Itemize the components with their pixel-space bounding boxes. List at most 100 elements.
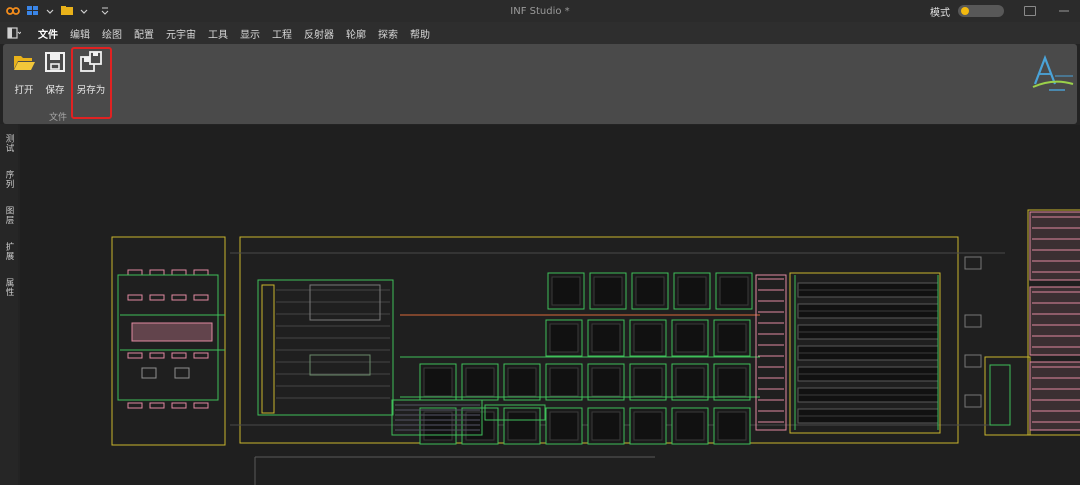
macro-core: [465, 367, 495, 397]
pad-array: [1029, 286, 1080, 356]
layout-canvas[interactable]: [20, 125, 1080, 485]
macro-core: [635, 276, 665, 306]
save-label: 保存: [45, 85, 65, 96]
column: [261, 284, 275, 414]
small-block-outline: [984, 356, 1031, 436]
mode-label: 模式: [930, 7, 950, 19]
open-button[interactable]: 打开: [10, 50, 38, 98]
memory-array: [755, 274, 787, 431]
macro-core: [677, 276, 707, 306]
side-tab[interactable]: 属性: [3, 278, 15, 297]
menu-item[interactable]: 帮助: [410, 24, 430, 43]
save-icon: [45, 52, 65, 72]
pad: [149, 269, 165, 276]
layout-shape: [964, 314, 982, 328]
side-tab[interactable]: 测试: [3, 134, 15, 153]
macro-core: [717, 323, 747, 353]
app-logo-icon: [6, 7, 20, 15]
chip-layout-drawing: [111, 209, 1080, 485]
menu-item[interactable]: 反射器: [304, 24, 334, 43]
quick-access-toolbar: [0, 5, 110, 17]
app-menu-button[interactable]: [0, 27, 28, 39]
ribbon-group-label: 文件: [49, 113, 68, 123]
menu-item[interactable]: 文件: [38, 24, 58, 46]
macro-core: [675, 367, 705, 397]
window-title: INF Studio *: [510, 5, 570, 17]
menu-item[interactable]: 配置: [134, 24, 154, 43]
macro-core: [591, 367, 621, 397]
mode-toggle[interactable]: [958, 5, 1004, 17]
folder-open-icon: [14, 56, 35, 70]
restore-window-icon[interactable]: [1024, 6, 1036, 16]
pad: [193, 269, 209, 276]
pad: [127, 269, 143, 276]
brand-logo-icon: [1032, 54, 1074, 91]
macro-core: [591, 323, 621, 353]
macro-core: [675, 411, 705, 441]
pad: [171, 352, 187, 359]
menu-item[interactable]: 显示: [240, 24, 260, 43]
layout-shape: [309, 354, 371, 376]
menu-item[interactable]: 工程: [272, 24, 292, 43]
layout-shape: [964, 256, 982, 270]
pad: [127, 294, 143, 301]
macro-core: [423, 411, 453, 441]
layout-shape: [174, 367, 190, 379]
pad: [149, 402, 165, 409]
menu-item[interactable]: 编辑: [70, 24, 90, 43]
pad: [127, 402, 143, 409]
macro-core: [507, 411, 537, 441]
pad: [171, 402, 187, 409]
title-bar: INF Studio * 模式: [0, 0, 1080, 22]
macro-core: [423, 367, 453, 397]
macro-core: [551, 276, 581, 306]
macro-core: [593, 276, 623, 306]
panel-icon: [7, 27, 21, 39]
side-tab[interactable]: 序列: [3, 170, 15, 189]
layout-shape: [964, 394, 982, 408]
pad-array: [1029, 361, 1080, 431]
toggle-knob: [961, 7, 969, 15]
macro-core: [633, 367, 663, 397]
folder-icon[interactable]: [60, 5, 74, 17]
ribbon-panel: 打开 保存 另存为 文件: [3, 44, 1077, 124]
macro-core: [591, 411, 621, 441]
macro-core: [675, 323, 705, 353]
layout-grid-icon[interactable]: [26, 5, 40, 17]
menu-items: 文件 编辑 绘图 配置 元宇宙 工具 显示 工程 反射器 轮廓 探索 帮助: [28, 24, 430, 46]
save-button[interactable]: 保存: [41, 50, 69, 98]
menu-item[interactable]: 工具: [208, 24, 228, 43]
side-tab[interactable]: 扩展: [3, 242, 15, 261]
macro-core: [465, 411, 495, 441]
menu-item[interactable]: 元宇宙: [166, 24, 196, 43]
macro-core: [633, 323, 663, 353]
minimize-icon[interactable]: [1058, 6, 1070, 16]
highlight-box: [71, 47, 112, 119]
customize-toolbar-icon[interactable]: [100, 5, 110, 17]
side-tab[interactable]: 图层: [3, 206, 15, 225]
macro-core: [549, 323, 579, 353]
pad: [193, 294, 209, 301]
pad: [149, 294, 165, 301]
pad: [127, 352, 143, 359]
layout-shape: [141, 367, 157, 379]
layout-shape: [989, 364, 1011, 426]
menu-item[interactable]: 轮廓: [346, 24, 366, 43]
macro-core: [549, 411, 579, 441]
menu-item[interactable]: 探索: [378, 24, 398, 43]
pad: [171, 269, 187, 276]
side-panel-tabs: 测试序列图层扩展属性: [0, 124, 18, 485]
menu-item[interactable]: 绘图: [102, 24, 122, 43]
left-array: [131, 322, 213, 342]
pad: [193, 402, 209, 409]
pad: [171, 294, 187, 301]
macro-core: [717, 367, 747, 397]
menu-bar: 文件 编辑 绘图 配置 元宇宙 工具 显示 工程 反射器 轮廓 探索 帮助: [0, 22, 1080, 46]
layout-shape: [964, 354, 982, 368]
logic-region: [257, 279, 394, 416]
pad-array: [1029, 211, 1080, 281]
macro-core: [719, 276, 749, 306]
chevron-down-icon[interactable]: [80, 5, 88, 17]
macro-core: [507, 367, 537, 397]
chevron-down-icon[interactable]: [46, 5, 54, 17]
